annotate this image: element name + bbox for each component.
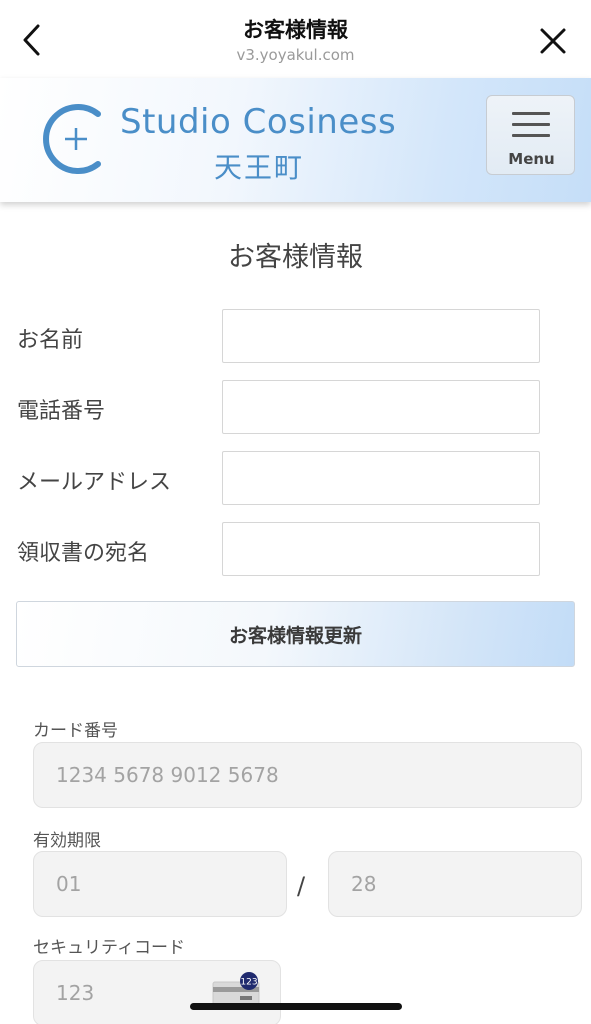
phone-label: 電話番号 (17, 399, 106, 424)
browser-title: お客様情報 (243, 18, 348, 42)
name-input[interactable] (222, 309, 540, 363)
home-indicator (190, 1003, 402, 1010)
hamburger-icon (512, 112, 550, 145)
security-code-label: セキュリティコード (33, 938, 185, 958)
name-label: お名前 (17, 328, 84, 353)
logo-subtitle: 天王町 (214, 151, 305, 184)
site-header: Studio Cosiness 天王町 Menu (0, 78, 591, 202)
menu-button[interactable]: Menu (486, 95, 575, 175)
email-label: メールアドレス (17, 470, 172, 495)
logo-icon (40, 102, 110, 176)
logo-text: Studio Cosiness (120, 102, 397, 142)
expiry-separator: / (297, 872, 306, 900)
browser-url: v3.yoyakul.com (236, 46, 355, 64)
update-customer-button[interactable]: お客様情報更新 (16, 601, 575, 667)
phone-input[interactable] (222, 380, 540, 434)
menu-label: Menu (508, 150, 555, 168)
receipt-name-input[interactable] (222, 522, 540, 576)
expiry-year-input[interactable] (328, 851, 582, 917)
expiry-month-input[interactable] (33, 851, 287, 917)
expiry-label: 有効期限 (33, 831, 101, 851)
email-input[interactable] (222, 451, 540, 505)
card-number-input[interactable] (33, 742, 582, 808)
page-title: お客様情報 (228, 242, 363, 273)
receipt-name-label: 領収書の宛名 (17, 541, 150, 566)
close-icon[interactable] (536, 24, 570, 58)
cvc-badge-text: 123 (240, 978, 257, 988)
card-number-label: カード番号 (33, 721, 118, 741)
browser-bar: お客様情報 v3.yoyakul.com (0, 0, 591, 78)
